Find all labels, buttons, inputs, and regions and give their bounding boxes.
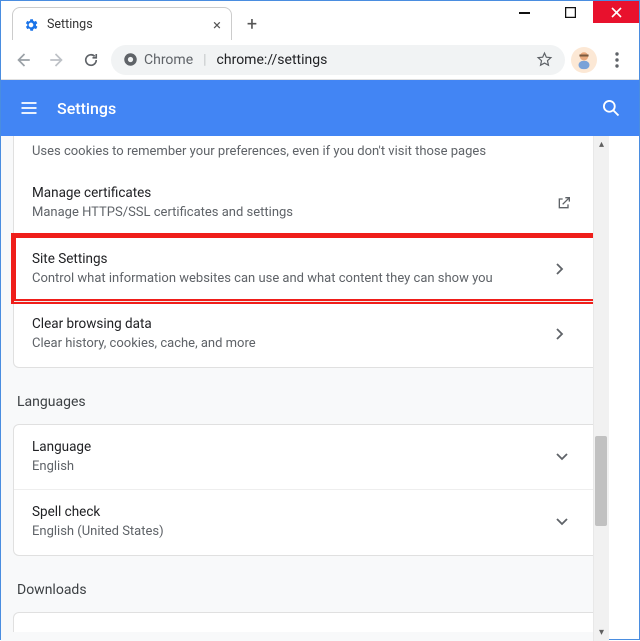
row-desc: English (United States) <box>32 523 556 541</box>
new-tab-button[interactable]: + <box>238 10 266 38</box>
maximize-icon <box>565 7 576 18</box>
appbar-search-button[interactable] <box>601 98 621 118</box>
chevron-down-icon <box>556 453 580 461</box>
section-heading-languages: Languages <box>13 390 599 424</box>
search-icon <box>601 98 621 118</box>
arrow-right-icon <box>48 51 66 69</box>
scroll-down-button[interactable]: ▾ <box>594 624 609 641</box>
omnibox-separator: | <box>203 52 206 68</box>
row-spell-check[interactable]: Spell check English (United States) <box>14 489 598 555</box>
browser-menu-button[interactable] <box>603 46 631 74</box>
tab-close-button[interactable]: × <box>213 16 221 34</box>
omnibox[interactable]: Chrome | chrome://settings <box>111 45 565 75</box>
scrollbar-thumb[interactable] <box>595 436 607 526</box>
site-label: Chrome <box>144 52 193 68</box>
close-icon <box>611 7 622 18</box>
row-desc: Clear history, cookies, cache, and more <box>32 335 556 353</box>
truncated-row-desc: Uses cookies to remember your preference… <box>14 136 598 171</box>
row-desc: Control what information websites can us… <box>32 270 556 288</box>
gear-icon <box>23 17 39 33</box>
row-title: Manage certificates <box>32 185 556 201</box>
window-maximize-button[interactable] <box>547 1 593 23</box>
scrollbar-track[interactable]: ▴ ▾ <box>593 136 609 641</box>
chevron-right-icon <box>556 328 580 340</box>
scroll-up-button[interactable]: ▴ <box>594 136 609 153</box>
bookmark-button[interactable] <box>536 51 553 68</box>
arrow-left-icon <box>14 51 32 69</box>
profile-avatar[interactable] <box>571 47 597 73</box>
row-title: Site Settings <box>32 251 556 267</box>
row-language[interactable]: Language English <box>14 425 598 490</box>
open-external-icon <box>556 195 580 211</box>
reload-icon <box>82 51 100 69</box>
more-vert-icon <box>615 52 619 68</box>
downloads-card <box>13 612 599 632</box>
row-title: Language <box>32 439 556 455</box>
nav-forward-button[interactable] <box>43 46 71 74</box>
browser-tab-settings[interactable]: Settings × <box>12 7 232 41</box>
hamburger-icon <box>19 98 39 118</box>
row-desc: Manage HTTPS/SSL certificates and settin… <box>32 204 556 222</box>
section-heading-downloads: Downloads <box>13 578 599 612</box>
site-identity: Chrome <box>123 52 193 68</box>
star-icon <box>536 51 553 68</box>
omnibox-url: chrome://settings <box>217 52 328 68</box>
launch-icon <box>556 195 572 211</box>
row-manage-certificates[interactable]: Manage certificates Manage HTTPS/SSL cer… <box>14 171 598 236</box>
row-title: Spell check <box>32 504 556 520</box>
tab-title: Settings <box>47 17 93 32</box>
row-clear-browsing-data[interactable]: Clear browsing data Clear history, cooki… <box>14 301 598 367</box>
appbar-menu-button[interactable] <box>19 98 39 118</box>
chrome-icon <box>123 52 138 67</box>
content-scroll-area: Uses cookies to remember your preference… <box>1 136 609 641</box>
window-close-button[interactable] <box>593 1 639 23</box>
privacy-card: Uses cookies to remember your preference… <box>13 136 599 368</box>
browser-toolbar: Chrome | chrome://settings <box>1 40 639 80</box>
nav-back-button[interactable] <box>9 46 37 74</box>
row-site-settings[interactable]: Site Settings Control what information w… <box>14 236 598 302</box>
nav-reload-button[interactable] <box>77 46 105 74</box>
row-desc: English <box>32 458 556 476</box>
appbar-title: Settings <box>57 99 116 118</box>
window-minimize-button[interactable] <box>501 1 547 23</box>
languages-card: Language English Spell check English (Un… <box>13 424 599 556</box>
row-title: Clear browsing data <box>32 316 556 332</box>
tab-strip: Settings × + <box>12 1 266 41</box>
avatar-icon <box>573 49 595 71</box>
minimize-icon <box>519 7 530 18</box>
chevron-right-icon <box>556 263 580 275</box>
settings-appbar: Settings <box>1 80 639 136</box>
chevron-down-icon <box>556 518 580 526</box>
